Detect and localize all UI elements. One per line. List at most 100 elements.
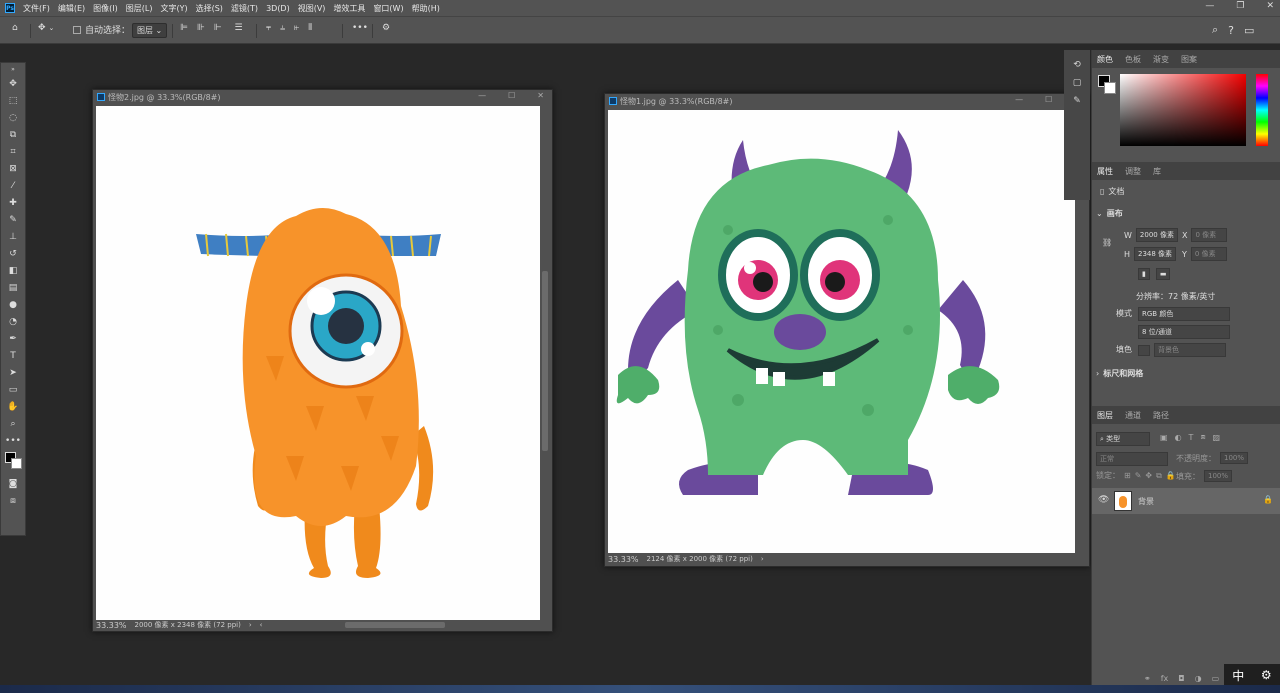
add-mask-icon[interactable]: ◘	[1178, 674, 1184, 683]
menu-plugins[interactable]: 增效工具	[333, 3, 365, 14]
portrait-orientation-icon[interactable]: ▮	[1138, 268, 1150, 280]
hue-slider[interactable]	[1256, 74, 1268, 146]
link-icon[interactable]: ⛓	[1102, 238, 1112, 247]
zoom-level[interactable]: 33.33%	[608, 555, 639, 564]
lock-pixels-icon[interactable]: ⊞	[1124, 471, 1131, 480]
lock-position-icon[interactable]: ✥	[1145, 471, 1152, 480]
ime-language[interactable]: 中	[1232, 667, 1244, 684]
align-bottom-icon[interactable]: ⫦	[294, 23, 299, 33]
screen-mode-icon[interactable]: ⧈	[1, 492, 25, 509]
gear-icon[interactable]: ⚙	[382, 23, 390, 33]
layer-row-background[interactable]: 👁 背景 🔒	[1092, 488, 1280, 514]
tab-paths[interactable]: 路径	[1153, 410, 1169, 421]
frame-tool-icon[interactable]: ⊠	[1, 160, 25, 177]
stamp-tool-icon[interactable]: ⊥	[1, 228, 25, 245]
maximize-icon[interactable]: ☐	[508, 91, 515, 100]
canvas-green-monster[interactable]	[608, 110, 1075, 553]
chevron-right-icon[interactable]: ›	[1096, 369, 1099, 378]
toolbar-collapse-icon[interactable]: »	[1, 63, 25, 75]
history-brush-tool-icon[interactable]: ↺	[1, 245, 25, 262]
align-vcenter-icon[interactable]: ⫨	[280, 23, 285, 33]
dodge-tool-icon[interactable]: ◔	[1, 313, 25, 330]
crop-tool-icon[interactable]: ⌗	[1, 143, 25, 160]
layer-fill-field[interactable]: 100%	[1204, 470, 1233, 482]
filter-smart-icon[interactable]: ▨	[1213, 433, 1221, 442]
comments-icon[interactable]: ▢	[1064, 78, 1090, 88]
zoom-tool-icon[interactable]: ⌕	[1, 415, 25, 432]
menu-type[interactable]: 文字(Y)	[160, 3, 187, 14]
align-hcenter-icon[interactable]: ⊪	[197, 23, 205, 33]
vertical-scrollbar[interactable]	[540, 106, 550, 620]
lock-paint-icon[interactable]: ✎	[1135, 471, 1142, 480]
distribute-h-icon[interactable]: ☰	[235, 23, 243, 33]
align-right-icon[interactable]: ⊩	[214, 23, 222, 33]
chevron-down-icon[interactable]: ⌄	[1096, 209, 1103, 218]
workspace-icon[interactable]: ▭	[1244, 24, 1254, 37]
edit-toolbar-icon[interactable]: •••	[1, 432, 25, 449]
canvas-orange-monster[interactable]	[96, 106, 541, 620]
tab-gradients[interactable]: 渐变	[1153, 54, 1169, 65]
color-picker-field[interactable]	[1120, 74, 1246, 146]
menu-window[interactable]: 窗口(W)	[373, 3, 403, 14]
filter-pixel-icon[interactable]: ▣	[1160, 433, 1168, 442]
status-arrow-icon[interactable]: ›	[761, 555, 764, 563]
healing-brush-tool-icon[interactable]: ✚	[1, 194, 25, 211]
width-field[interactable]: 2000 像素	[1135, 228, 1178, 242]
more-options-icon[interactable]: •••	[352, 23, 368, 33]
menu-help[interactable]: 帮助(H)	[412, 3, 440, 14]
tab-layers[interactable]: 图层	[1097, 410, 1113, 421]
maximize-icon[interactable]: ☐	[1045, 95, 1052, 104]
minimize-icon[interactable]: —	[1205, 1, 1214, 11]
opacity-field[interactable]: 100%	[1220, 452, 1249, 464]
lasso-tool-icon[interactable]: ◌	[1, 109, 25, 126]
filter-shape-icon[interactable]: ⧈	[1200, 432, 1205, 442]
home-icon[interactable]: ⌂	[12, 23, 18, 33]
bit-depth-dropdown[interactable]: 8 位/通道	[1138, 325, 1230, 339]
tab-color[interactable]: 颜色	[1097, 54, 1113, 65]
layer-filter-kind[interactable]: ⌕ 类型	[1096, 432, 1150, 446]
eye-icon[interactable]: 👁	[1098, 495, 1109, 505]
fill-dropdown[interactable]: 背景色	[1154, 343, 1226, 357]
lock-all-icon[interactable]: 🔒	[1166, 471, 1176, 480]
document-2-titlebar[interactable]: 怪物1.jpg @ 33.3%(RGB/8#) —☐✕	[605, 94, 1089, 108]
tab-channels[interactable]: 通道	[1125, 410, 1141, 421]
background-color-swatch[interactable]	[1104, 82, 1116, 94]
search-icon[interactable]: ⌕	[1212, 23, 1218, 37]
photoshop-logo-icon[interactable]: Ps	[5, 3, 15, 13]
tab-swatches[interactable]: 色板	[1125, 54, 1141, 65]
menu-select[interactable]: 选择(S)	[196, 3, 223, 14]
ime-settings-icon[interactable]: ⚙	[1261, 668, 1272, 682]
minimize-icon[interactable]: —	[1015, 95, 1023, 104]
menu-edit[interactable]: 编辑(E)	[58, 3, 85, 14]
blend-mode-dropdown[interactable]: 正常	[1096, 452, 1168, 466]
adjustment-layer-icon[interactable]: ◑	[1195, 674, 1202, 683]
close-icon[interactable]: ✕	[537, 91, 544, 100]
scroll-left-icon[interactable]: ‹	[260, 621, 263, 629]
mode-dropdown[interactable]: RGB 颜色	[1138, 307, 1230, 321]
menu-filter[interactable]: 滤镜(T)	[231, 3, 258, 14]
tab-properties[interactable]: 属性	[1097, 166, 1113, 177]
help-icon[interactable]: ?	[1228, 24, 1234, 37]
menu-3d[interactable]: 3D(D)	[266, 4, 290, 13]
align-top-icon[interactable]: ⫧	[266, 23, 271, 33]
link-layers-icon[interactable]: ⚭	[1144, 674, 1151, 683]
blur-tool-icon[interactable]: ●	[1, 296, 25, 313]
scrollbar-thumb[interactable]	[542, 271, 548, 451]
background-color-swatch[interactable]	[11, 458, 22, 469]
menu-layer[interactable]: 图层(L)	[126, 3, 153, 14]
document-window-2[interactable]: 怪物1.jpg @ 33.3%(RGB/8#) —☐✕	[604, 93, 1090, 567]
auto-select-dropdown[interactable]: 图层 ⌄	[132, 23, 168, 38]
path-select-tool-icon[interactable]: ➤	[1, 364, 25, 381]
minimize-icon[interactable]: —	[478, 91, 486, 100]
auto-select-checkbox[interactable]	[73, 25, 81, 34]
filter-adjustment-icon[interactable]: ◐	[1175, 433, 1182, 442]
y-field[interactable]: 0 像素	[1190, 247, 1227, 261]
color-swatches[interactable]	[1, 449, 25, 475]
fx-icon[interactable]: fx	[1161, 674, 1169, 683]
close-icon[interactable]: ✕	[1266, 1, 1274, 11]
filter-type-icon[interactable]: T	[1189, 433, 1194, 442]
tab-adjustments[interactable]: 调整	[1125, 166, 1141, 177]
align-left-icon[interactable]: ⊫	[180, 23, 188, 33]
height-field[interactable]: 2348 像素	[1134, 247, 1177, 261]
hand-tool-icon[interactable]: ✋	[1, 398, 25, 415]
